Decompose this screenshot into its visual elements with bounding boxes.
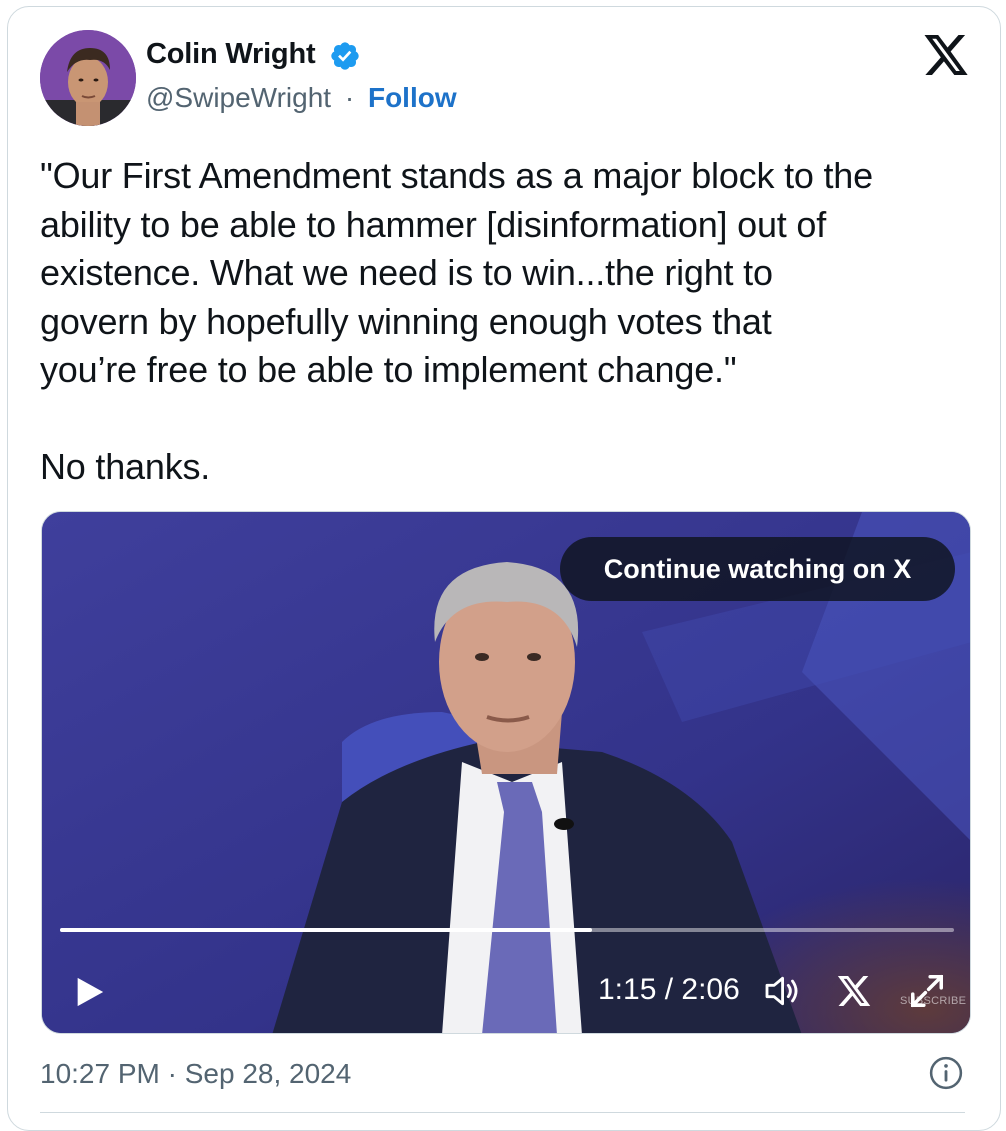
x-logo-icon[interactable] bbox=[836, 974, 872, 1008]
tweet-text: "Our First Amendment stands as a major b… bbox=[40, 152, 980, 492]
info-icon[interactable] bbox=[929, 1056, 963, 1090]
handle-row: @SwipeWright · Follow bbox=[146, 82, 457, 114]
handle-separator: · bbox=[344, 82, 355, 113]
x-logo-icon[interactable] bbox=[922, 33, 970, 77]
subscribe-watermark: SUBSCRIBE bbox=[900, 995, 967, 1007]
author-name[interactable]: Colin Wright bbox=[146, 38, 316, 71]
progress-bar-fill bbox=[60, 928, 592, 932]
play-icon[interactable] bbox=[72, 974, 106, 1010]
tweet-paragraph: No thanks. bbox=[40, 446, 211, 487]
follow-button[interactable]: Follow bbox=[368, 82, 457, 113]
tweet-paragraph: "Our First Amendment stands as a major b… bbox=[40, 155, 873, 390]
verified-badge-icon bbox=[331, 42, 359, 70]
progress-bar[interactable] bbox=[60, 928, 954, 932]
footer-divider bbox=[40, 1112, 965, 1113]
timestamp[interactable]: 10:27 PM · Sep 28, 2024 bbox=[40, 1058, 351, 1090]
volume-icon[interactable] bbox=[764, 974, 804, 1008]
author-handle[interactable]: @SwipeWright bbox=[146, 82, 331, 113]
time-readout: 1:15 / 2:06 bbox=[598, 973, 740, 1006]
avatar[interactable] bbox=[40, 30, 136, 126]
avatar-image bbox=[40, 30, 136, 126]
video-player[interactable]: Continue watching on X 1:15 / 2:06 SUBSC… bbox=[41, 511, 971, 1034]
continue-watching-button[interactable]: Continue watching on X bbox=[560, 537, 955, 601]
